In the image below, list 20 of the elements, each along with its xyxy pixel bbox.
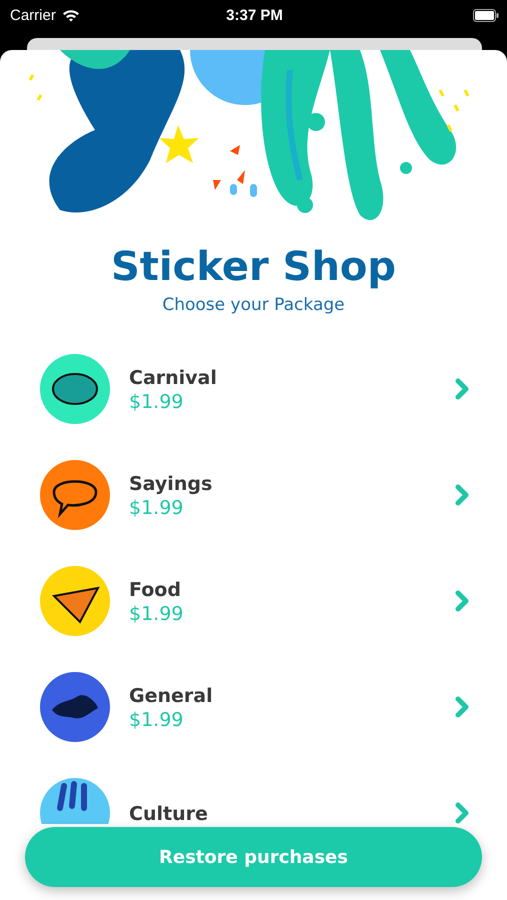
sticker-pack-icon[interactable] xyxy=(40,566,110,636)
restore-purchases-button[interactable]: Restore purchases xyxy=(25,827,482,887)
package-price: $1.99 xyxy=(129,390,184,414)
package-name: Culture xyxy=(129,802,209,824)
package-price: $1.99 xyxy=(129,602,184,626)
sticker-pack-icon[interactable] xyxy=(40,354,110,424)
wifi-icon xyxy=(62,8,80,22)
shop-subtitle: Choose your Package xyxy=(161,294,346,316)
package-name: Food xyxy=(129,578,182,602)
battery-icon xyxy=(472,8,499,22)
sticker-pack-icon[interactable] xyxy=(40,460,110,530)
package-name: General xyxy=(129,684,214,708)
package-price: $1.99 xyxy=(129,708,184,732)
carrier-label: Carrier xyxy=(10,6,56,24)
shop-title: Sticker Shop xyxy=(110,244,398,290)
sticker-pack-icon[interactable] xyxy=(40,672,110,742)
package-price: $1.99 xyxy=(129,496,184,520)
clock-time: 3:37 PM xyxy=(226,6,283,24)
package-name: Sayings xyxy=(129,472,214,496)
package-name: Carnival xyxy=(129,366,218,390)
